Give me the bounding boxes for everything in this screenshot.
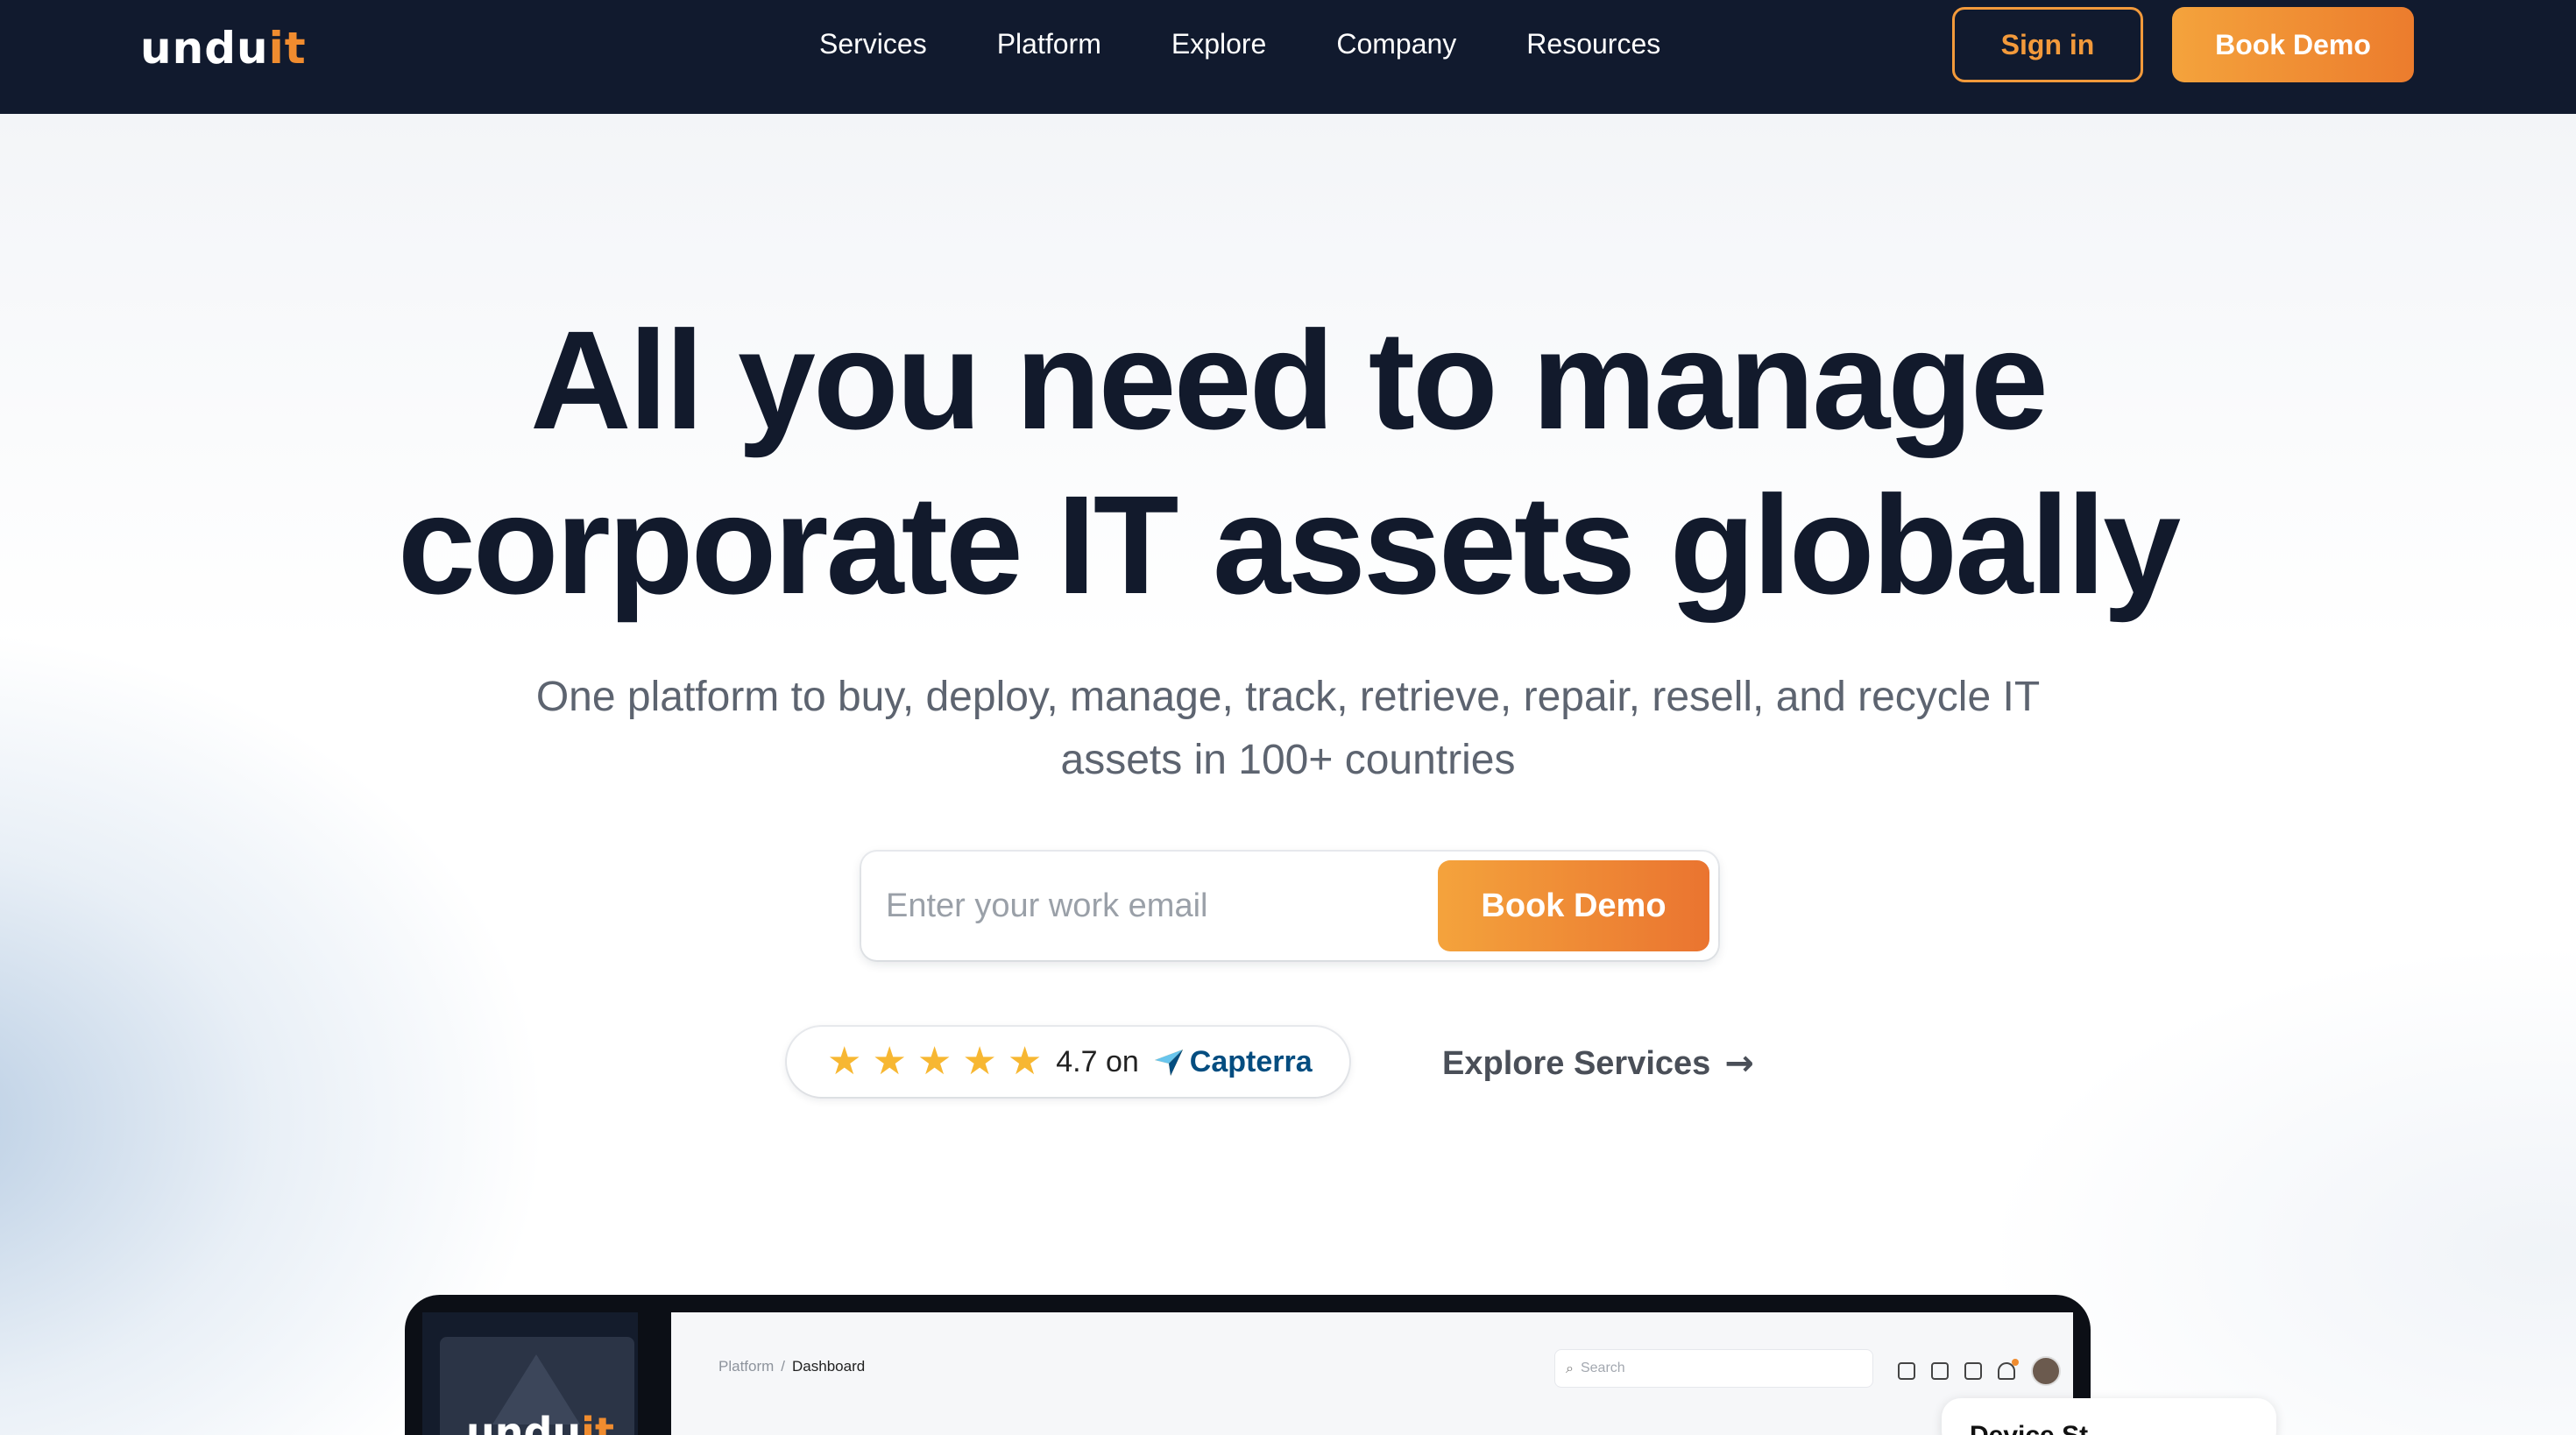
nav-book-demo-button[interactable]: Book Demo <box>2172 7 2414 82</box>
breadcrumb-platform: Platform <box>718 1358 775 1375</box>
capterra-rating-badge[interactable]: ★ ★ ★ ★ ★ 4.7 on Capterra <box>787 1027 1349 1097</box>
star-icon: ★ <box>916 1039 952 1084</box>
capterra-wordmark: Capterra <box>1189 1044 1313 1078</box>
nav-links: Services Platform Explore Company Resour… <box>819 26 1660 61</box>
mockup-sidebar: unduit <box>422 1312 638 1435</box>
demo-email-form: Book Demo <box>861 852 1718 960</box>
mockup-breadcrumb: Platform / Dashboard <box>718 1358 865 1375</box>
star-icon: ★ <box>872 1039 907 1084</box>
star-icon: ★ <box>962 1039 997 1084</box>
mockup-search-placeholder: Search <box>1580 1361 1625 1375</box>
logo-text-main: undu <box>140 23 269 74</box>
nav-link-company[interactable]: Company <box>1336 26 1456 61</box>
logo-text-accent: it <box>268 23 307 74</box>
mockup-logo-accent: it <box>581 1409 614 1435</box>
headline-line-1: All you need to manage <box>530 301 2049 458</box>
top-navigation-bar: unduit Services Platform Explore Company… <box>0 0 2576 114</box>
form-book-demo-button[interactable]: Book Demo <box>1438 860 1709 951</box>
capterra-logo-icon <box>1154 1050 1183 1076</box>
headline-line-2: corporate IT assets globally <box>397 466 2181 623</box>
mockup-search-input: ⌕ Search <box>1554 1349 1873 1388</box>
explore-services-label: Explore Services <box>1442 1044 1711 1082</box>
mockup-floating-card-title: Device St <box>1970 1421 2088 1435</box>
hero-subheadline: One platform to buy, deploy, manage, tra… <box>535 674 2041 783</box>
grid-icon <box>1898 1362 1915 1380</box>
bell-icon <box>1998 1359 2019 1380</box>
nav-link-platform[interactable]: Platform <box>997 26 1101 61</box>
nav-link-explore[interactable]: Explore <box>1171 26 1267 61</box>
avatar <box>2031 1356 2061 1386</box>
dashboard-device-mockup: unduit Platform / Dashboard ⌕ Search <box>405 1295 2091 1435</box>
hero-headline: All you need to manage corporate IT asse… <box>0 298 2576 627</box>
star-icon: ★ <box>1007 1039 1043 1084</box>
mockup-toolbar-icons <box>1898 1356 2061 1386</box>
nav-link-resources[interactable]: Resources <box>1526 26 1660 61</box>
rating-score: 4.7 on <box>1056 1044 1139 1078</box>
work-email-input[interactable] <box>886 869 1412 943</box>
mockup-floating-card: Device St <box>1942 1398 2276 1435</box>
mockup-logo-main: undu <box>466 1409 582 1435</box>
sign-in-button[interactable]: Sign in <box>1952 7 2143 82</box>
mockup-logo-tile: unduit <box>440 1337 634 1435</box>
unduit-logo[interactable]: unduit <box>140 23 307 84</box>
explore-services-link[interactable]: Explore Services → <box>1442 1043 1754 1085</box>
mockup-screen: Platform / Dashboard ⌕ Search <box>671 1312 2073 1435</box>
star-icon: ★ <box>827 1039 862 1084</box>
breadcrumb-dashboard: Dashboard <box>792 1358 866 1375</box>
arrow-right-icon: → <box>1724 1043 1754 1084</box>
nav-link-services[interactable]: Services <box>819 26 927 61</box>
breadcrumb-separator: / <box>781 1358 786 1375</box>
wallet-icon <box>1964 1362 1982 1380</box>
cart-icon <box>1931 1362 1949 1380</box>
mockup-logo: unduit <box>466 1409 614 1435</box>
search-icon: ⌕ <box>1566 1360 1574 1376</box>
